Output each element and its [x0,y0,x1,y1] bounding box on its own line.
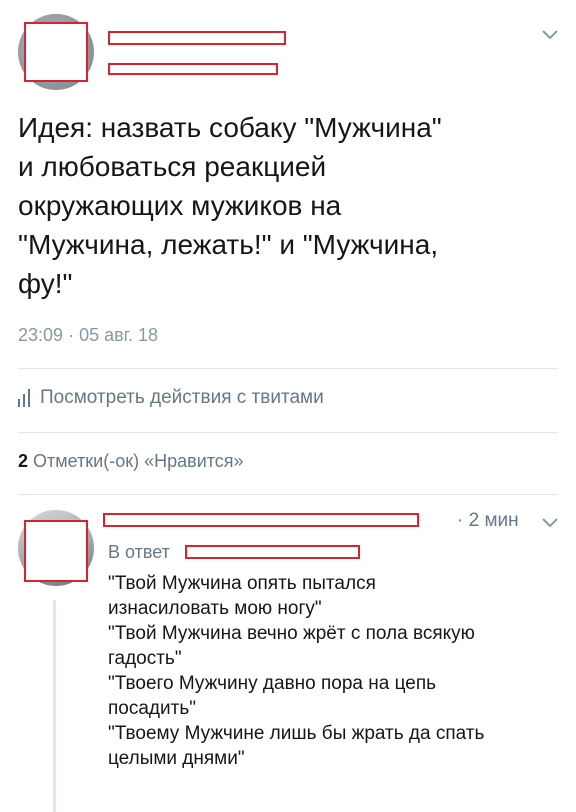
tweet-activity-link[interactable]: Посмотреть действия с твитами [18,387,324,409]
tweet-text-line: и любоваться реакцией [18,151,327,182]
reply-text-line: "Твой Мужчина опять пытался [108,573,376,594]
tweet-text-line: фу!" [18,268,73,299]
reply-text-line: гадость" [108,648,182,669]
divider [18,494,558,495]
tweet-date: 05 авг. 18 [79,325,159,345]
reply-text-line: "Твоему Мужчине лишь бы жрать да спать [108,723,485,744]
reply-text-line: целыми днями" [108,748,245,769]
reply-text-line: "Твой Мужчина вечно жрёт с пола всякую [108,623,475,644]
tweet-text: Идея: назвать собаку "Мужчина" и любоват… [18,108,548,303]
reply-author-redaction [103,513,419,527]
tweet-text-line: Идея: назвать собаку "Мужчина" [18,112,442,143]
reply-text-line: "Твоего Мужчину давно пора на цепь [108,673,437,694]
meta-separator: · [68,325,75,345]
bar-chart-icon [18,389,30,407]
reply-text-line: посадить" [108,698,196,719]
likes-summary[interactable]: 2 Отметки(-ок) «Нравится» [18,451,244,472]
reply-to-handle-redaction [185,545,360,559]
likes-count: 2 [18,451,29,471]
tweet-time: 23:09 [18,325,64,345]
avatar-redaction [24,22,88,82]
author-handle-redaction [108,63,278,75]
reply-to-label: В ответ [108,542,170,562]
thread-connector-line [53,600,56,812]
tweet-text-line: окружающих мужиков на [18,190,342,221]
divider [18,368,558,369]
divider [18,432,558,433]
reply-avatar-redaction [24,520,88,582]
tweet-menu-chevron-icon[interactable] [540,24,560,44]
reply-menu-chevron-icon[interactable] [540,512,560,532]
tweet-text-line: "Мужчина, лежать!" и "Мужчина, [18,229,439,260]
tweet-activity-label: Посмотреть действия с твитами [40,387,324,408]
author-name-redaction [108,31,286,45]
likes-label: Отметки(-ок) «Нравится» [33,451,244,471]
tweet-timestamp[interactable]: 23:09 · 05 авг. 18 [18,325,158,346]
reply-time: · 2 мин [457,510,519,531]
reply-text: "Твой Мужчина опять пытался изнасиловать… [108,571,563,771]
reply-text-line: изнасиловать мою ногу" [108,598,322,619]
